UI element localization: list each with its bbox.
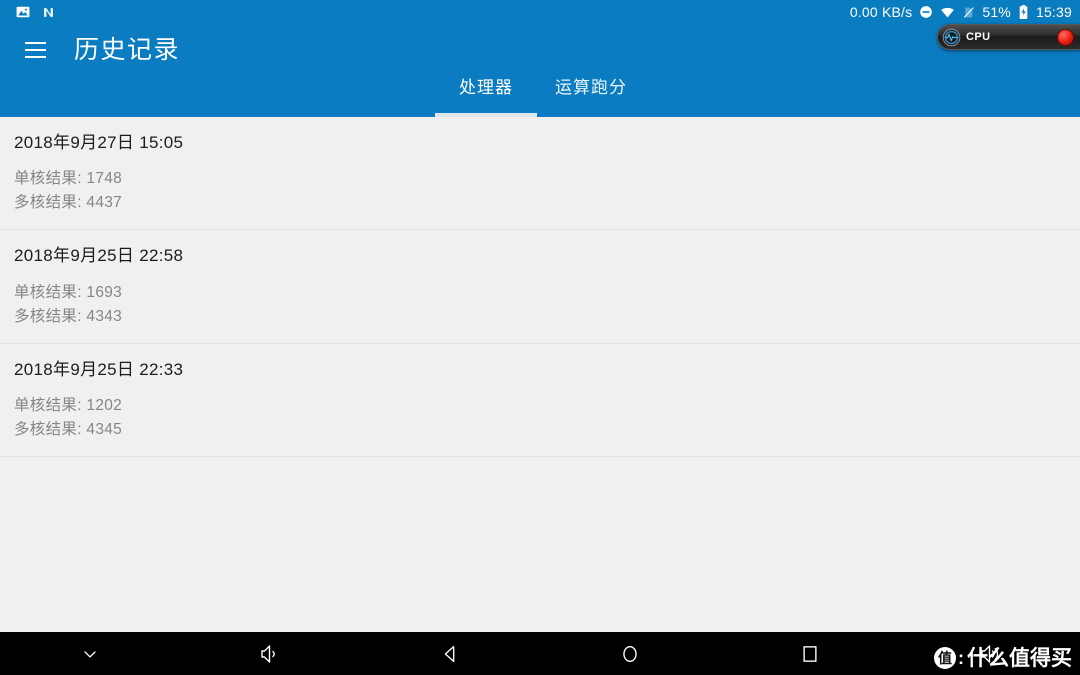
history-item-date: 2018年9月27日 15:05 xyxy=(14,133,184,152)
tab-bar: 处理器 运算跑分 xyxy=(0,76,1080,117)
do-not-disturb-icon xyxy=(919,5,933,19)
tab-compute-benchmark-label: 运算跑分 xyxy=(555,78,627,97)
clock-text: 15:39 xyxy=(1035,4,1072,20)
no-sim-icon xyxy=(962,6,975,19)
status-bar-right: 0.00 KB/s 51% 15:39 xyxy=(850,0,1072,24)
cpu-monitor-widget[interactable]: CPU xyxy=(937,24,1080,50)
record-button[interactable] xyxy=(1057,28,1074,46)
tab-processor[interactable]: 处理器 xyxy=(435,76,537,117)
screenshot-icon xyxy=(16,5,30,19)
history-item-single-core: 单核结果: 1748 xyxy=(14,170,123,188)
network-speed-text: 0.00 KB/s xyxy=(849,4,913,20)
tab-compute-benchmark[interactable]: 运算跑分 xyxy=(537,76,645,117)
history-list-item[interactable]: 2018年9月25日 22:58 单核结果: 1693 多核结果: 4343 xyxy=(0,230,1080,344)
home-icon[interactable] xyxy=(540,632,720,675)
status-bar-left-icons xyxy=(16,5,55,19)
history-item-single-core: 单核结果: 1202 xyxy=(14,397,123,415)
recents-icon[interactable] xyxy=(720,632,900,675)
chevron-down-icon[interactable] xyxy=(0,632,180,675)
nfc-icon xyxy=(42,6,55,19)
history-item-multi-core: 多核结果: 4437 xyxy=(14,194,123,212)
history-list-item[interactable]: 2018年9月25日 22:33 单核结果: 1202 多核结果: 4345 xyxy=(0,343,1080,458)
history-item-single-core: 单核结果: 1693 xyxy=(14,283,123,301)
app-bar: 历史记录 处理器 运算跑分 xyxy=(0,24,1080,117)
navigation-bar xyxy=(0,632,1080,675)
history-item-date: 2018年9月25日 22:33 xyxy=(14,359,184,379)
cpu-widget-label: CPU xyxy=(966,31,991,43)
volume-up-icon[interactable] xyxy=(900,632,1080,675)
volume-down-icon[interactable] xyxy=(180,632,360,675)
battery-percent-text: 51% xyxy=(982,4,1011,20)
tab-processor-label: 处理器 xyxy=(459,78,513,97)
history-list-item[interactable]: 2018年9月27日 15:05 单核结果: 1748 多核结果: 4437 xyxy=(0,117,1080,231)
battery-charging-icon xyxy=(1018,5,1029,19)
page-title: 历史记录 xyxy=(74,35,181,64)
history-item-multi-core: 多核结果: 4343 xyxy=(14,307,123,325)
history-item-date: 2018年9月25日 22:58 xyxy=(14,246,184,266)
pulse-gauge-icon xyxy=(942,28,961,47)
wifi-icon xyxy=(940,5,955,20)
back-icon[interactable] xyxy=(360,632,540,675)
history-list[interactable]: 2018年9月27日 15:05 单核结果: 1748 多核结果: 4437 2… xyxy=(0,117,1080,632)
status-bar: 0.00 KB/s 51% 15:39 xyxy=(0,0,1080,24)
hamburger-menu-icon[interactable] xyxy=(18,33,52,67)
app-bar-top-row: 历史记录 xyxy=(0,24,1080,76)
history-item-multi-core: 多核结果: 4345 xyxy=(14,421,123,439)
android-screen: 0.00 KB/s 51% 15:39 历史记录 处理器 运算跑分 CPU 20… xyxy=(0,0,1080,675)
